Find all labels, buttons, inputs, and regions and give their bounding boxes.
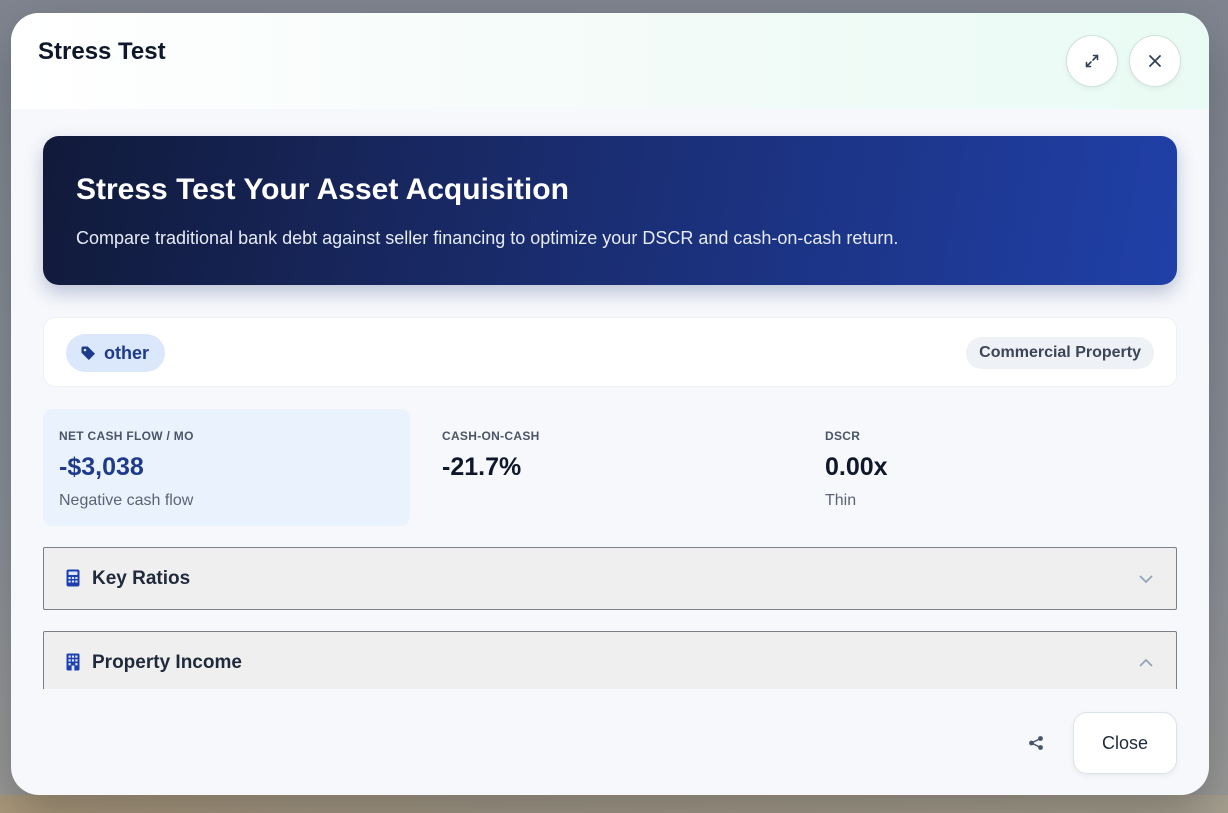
modal-header: Stress Test	[11, 13, 1209, 109]
chevron-up-icon	[1139, 658, 1153, 667]
modal-footer: Close	[11, 689, 1209, 795]
accordion-property-income[interactable]: Property Income	[43, 631, 1177, 689]
metric-label: DSCR	[825, 429, 861, 443]
close-button[interactable]: Close	[1073, 712, 1177, 774]
metric-value: -21.7%	[442, 453, 522, 481]
category-tag[interactable]: other	[66, 334, 165, 372]
metric-value: -$3,038	[59, 453, 144, 481]
category-tag-label: other	[104, 342, 149, 363]
expand-arrows-icon	[1085, 54, 1099, 68]
share-icon	[1029, 736, 1043, 750]
accordion-title: Key Ratios	[92, 568, 191, 589]
metric-value: 0.00x	[825, 453, 888, 481]
hero-title: Stress Test Your Asset Acquisition	[76, 173, 569, 206]
accordion-title: Property Income	[92, 652, 242, 673]
close-x-icon	[1149, 55, 1161, 67]
calculator-icon	[66, 569, 80, 587]
metric-note: Thin	[825, 492, 857, 509]
tag-bar: other Commercial Property	[43, 317, 1177, 387]
metric-label: CASH-ON-CASH	[442, 429, 540, 443]
hero-banner: Stress Test Your Asset Acquisition Compa…	[43, 136, 1177, 285]
expand-button[interactable]	[1066, 35, 1118, 87]
metric-net-cash-flow: NET CASH FLOW / MO -$3,038 Negative cash…	[43, 409, 410, 526]
metric-label: NET CASH FLOW / MO	[59, 429, 194, 443]
tag-icon	[81, 346, 95, 360]
stress-test-modal: Stress Test Stress Test Your Asset Acqui…	[11, 13, 1209, 795]
hero-subtitle: Compare traditional bank debt against se…	[76, 228, 899, 248]
accordion-key-ratios[interactable]: Key Ratios	[43, 547, 1177, 610]
share-button[interactable]	[1024, 731, 1048, 755]
metric-dscr: DSCR 0.00x Thin	[809, 409, 1176, 526]
modal-title: Stress Test	[38, 38, 166, 65]
close-modal-button[interactable]	[1129, 35, 1181, 87]
building-icon	[66, 653, 80, 671]
modal-content: Stress Test Your Asset Acquisition Compa…	[11, 109, 1209, 689]
metric-note: Negative cash flow	[59, 492, 194, 509]
metric-cash-on-cash: CASH-ON-CASH -21.7%	[426, 409, 793, 526]
metrics-row: NET CASH FLOW / MO -$3,038 Negative cash…	[43, 409, 1177, 526]
backdrop-strip	[0, 795, 1228, 813]
property-type-badge: Commercial Property	[966, 337, 1154, 369]
chevron-down-icon	[1139, 575, 1153, 584]
